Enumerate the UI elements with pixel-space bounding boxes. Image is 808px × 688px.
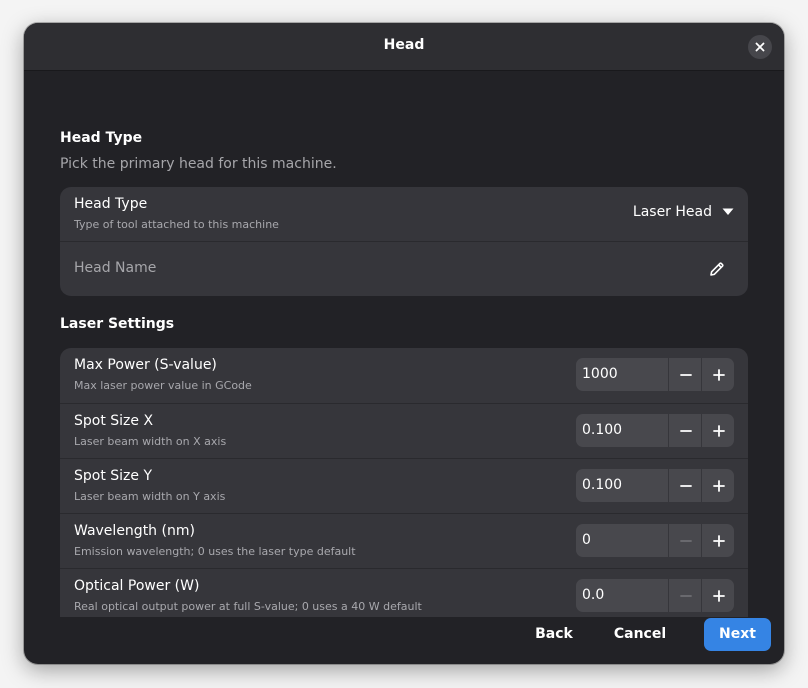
next-button[interactable]: Next: [704, 618, 771, 651]
max-power-spinbutton[interactable]: 1000: [576, 358, 734, 391]
minus-icon: [679, 539, 692, 542]
chevron-down-icon: [722, 204, 734, 220]
spot-size-x-value[interactable]: 0.100: [576, 414, 668, 447]
setting-title: Spot Size Y: [74, 468, 153, 484]
setting-subtitle: Laser beam width on X axis: [74, 435, 227, 448]
increment-button[interactable]: [701, 469, 734, 502]
close-button[interactable]: [748, 35, 772, 59]
spot-size-x-row: Spot Size X Laser beam width on X axis 0…: [60, 403, 748, 458]
increment-button[interactable]: [701, 524, 734, 557]
decrement-button-disabled: [668, 579, 702, 612]
spot-size-x-spinbutton[interactable]: 0.100: [576, 414, 734, 447]
decrement-button[interactable]: [668, 358, 702, 391]
spot-size-y-value[interactable]: 0.100: [576, 469, 668, 502]
head-type-row[interactable]: Head Type Type of tool attached to this …: [60, 187, 748, 241]
setting-title: Wavelength (nm): [74, 523, 195, 539]
max-power-row: Max Power (S-value) Max laser power valu…: [60, 348, 748, 402]
minus-icon: [679, 373, 692, 376]
laser-settings-title: Laser Settings: [60, 316, 175, 332]
head-type-section-title: Head Type: [60, 130, 143, 146]
laser-settings-card: Max Power (S-value) Max laser power valu…: [60, 348, 748, 617]
minus-icon: [679, 484, 692, 487]
pencil-icon[interactable]: [708, 260, 726, 278]
spot-size-y-spinbutton[interactable]: 0.100: [576, 469, 734, 502]
spot-size-y-row: Spot Size Y Laser beam width on Y axis 0…: [60, 458, 748, 513]
setting-subtitle: Real optical output power at full S-valu…: [74, 600, 422, 613]
plus-icon: [712, 424, 725, 437]
plus-icon: [712, 368, 725, 381]
head-name-row[interactable]: Head Name: [60, 241, 748, 296]
head-name-field[interactable]: Head Name: [74, 260, 156, 276]
cancel-button[interactable]: Cancel: [604, 618, 676, 651]
head-type-row-subtitle: Type of tool attached to this machine: [74, 218, 279, 231]
head-type-dropdown[interactable]: Laser Head: [633, 204, 734, 220]
header-bar: Head: [24, 23, 784, 71]
wavelength-spinbutton[interactable]: 0: [576, 524, 734, 557]
optical-power-row: Optical Power (W) Real optical output po…: [60, 568, 748, 617]
setting-title: Optical Power (W): [74, 578, 200, 594]
plus-icon: [712, 479, 725, 492]
max-power-value[interactable]: 1000: [576, 358, 668, 391]
back-button[interactable]: Back: [524, 618, 584, 651]
decrement-button[interactable]: [668, 414, 702, 447]
head-dialog: Head Head Type Pick the primary head for…: [24, 23, 784, 664]
head-type-section-description: Pick the primary head for this machine.: [60, 156, 337, 172]
head-type-row-title: Head Type: [74, 196, 148, 212]
head-type-dropdown-value: Laser Head: [632, 204, 712, 220]
plus-icon: [712, 534, 725, 547]
setting-subtitle: Max laser power value in GCode: [74, 379, 252, 392]
plus-icon: [712, 589, 725, 602]
decrement-button-disabled: [668, 524, 702, 557]
setting-title: Max Power (S-value): [74, 357, 217, 373]
close-icon: [755, 42, 765, 52]
wavelength-row: Wavelength (nm) Emission wavelength; 0 u…: [60, 513, 748, 568]
minus-icon: [679, 594, 692, 597]
wavelength-value[interactable]: 0: [576, 524, 668, 557]
optical-power-spinbutton[interactable]: 0.0: [576, 579, 734, 612]
dialog-title: Head: [383, 37, 425, 53]
increment-button[interactable]: [701, 358, 734, 391]
setting-title: Spot Size X: [74, 413, 154, 429]
decrement-button[interactable]: [668, 469, 702, 502]
increment-button[interactable]: [701, 414, 734, 447]
optical-power-value[interactable]: 0.0: [576, 579, 668, 612]
setting-subtitle: Emission wavelength; 0 uses the laser ty…: [74, 545, 356, 558]
head-type-card: Head Type Type of tool attached to this …: [60, 187, 748, 296]
setting-subtitle: Laser beam width on Y axis: [74, 490, 226, 503]
minus-icon: [679, 429, 692, 432]
increment-button[interactable]: [701, 579, 734, 612]
